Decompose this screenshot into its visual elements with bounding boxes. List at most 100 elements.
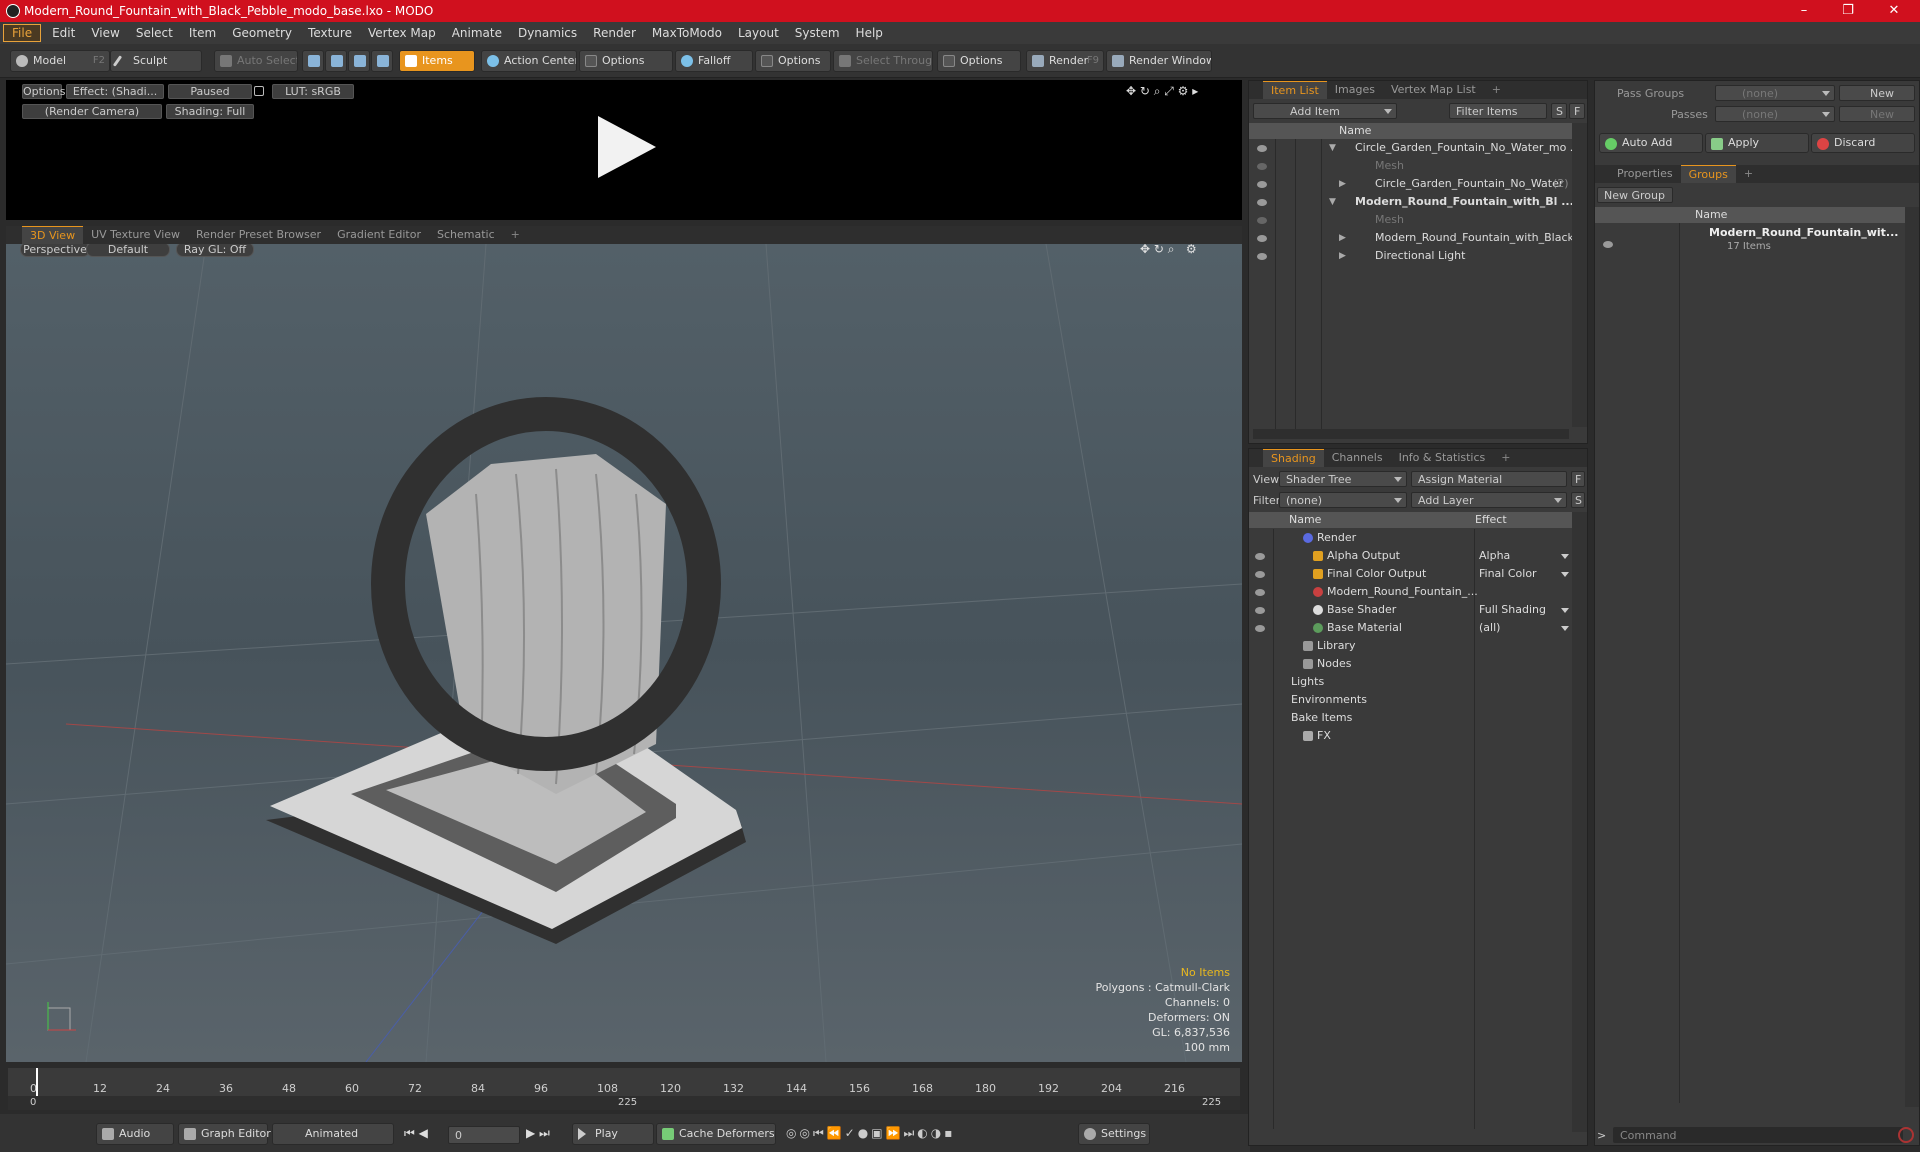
shader-tree-row[interactable]: Lights (1249, 673, 1572, 691)
eye-icon[interactable] (1257, 217, 1267, 224)
menu-dynamics[interactable]: Dynamics (510, 22, 585, 44)
tab-3d-view[interactable]: 3D View (22, 226, 84, 244)
close-button[interactable]: ✕ (1872, 0, 1916, 22)
menu-texture[interactable]: Texture (300, 22, 360, 44)
tab-groups[interactable]: Groups (1680, 165, 1736, 183)
add-layer-dropdown[interactable]: Add Layer (1411, 492, 1567, 508)
command-input[interactable]: Command (1613, 1127, 1903, 1143)
expand-right-icon[interactable]: ▶ (1339, 175, 1346, 193)
graph-editor-button[interactable]: Graph Editor (178, 1123, 271, 1145)
play-preview-icon[interactable] (590, 112, 660, 182)
add-tab-button[interactable]: + (1484, 81, 1509, 99)
record-macro-icon[interactable] (1898, 1127, 1914, 1143)
menu-item[interactable]: Item (181, 22, 224, 44)
eye-icon[interactable] (1255, 607, 1265, 614)
item-list-hscrollbar[interactable] (1253, 429, 1569, 439)
minimize-button[interactable]: – (1782, 0, 1826, 22)
shader-tree-row[interactable]: Bake Items (1249, 709, 1572, 727)
menu-maxtomodo[interactable]: MaxToModo (644, 22, 730, 44)
render-window-button[interactable]: Render Window (1106, 50, 1212, 72)
eye-icon[interactable] (1603, 241, 1613, 248)
passes-dropdown[interactable]: (none) (1715, 106, 1835, 122)
lock-icon[interactable] (254, 86, 264, 96)
eye-icon[interactable] (1257, 199, 1267, 206)
select-through-button[interactable]: Select Through (833, 50, 933, 72)
group-item-name[interactable]: Modern_Round_Fountain_wit... (1709, 226, 1898, 239)
transport-prev-icons[interactable]: ⏮ ◀ (404, 1126, 428, 1141)
shader-effect-value[interactable]: Alpha (1479, 547, 1510, 565)
animated-dropdown[interactable]: Animated (272, 1123, 394, 1145)
new-pass-group-button[interactable]: New (1839, 85, 1915, 101)
add-tab-button[interactable]: + (503, 226, 528, 244)
chevron-down-icon[interactable] (1561, 608, 1569, 613)
sculpt-mode-button[interactable]: Sculpt (110, 50, 202, 72)
play-button[interactable]: Play (572, 1123, 654, 1145)
eye-icon[interactable] (1255, 589, 1265, 596)
transport-next-icons[interactable]: ▶ ⏭ (526, 1126, 550, 1141)
shader-tree-row[interactable]: Environments (1249, 691, 1572, 709)
eye-icon[interactable] (1257, 235, 1267, 242)
menu-animate[interactable]: Animate (444, 22, 510, 44)
keyframe-tools-icons[interactable]: ◎◎⏮⏪✓●▣⏩⏭◐◑▪ (786, 1126, 955, 1141)
expand-right-icon[interactable]: ▶ (1339, 229, 1346, 247)
shading-scrollbar[interactable] (1572, 512, 1587, 1132)
shader-tree-row[interactable]: Base Material (all) (1249, 619, 1572, 637)
menu-view[interactable]: View (83, 22, 127, 44)
menu-render[interactable]: Render (585, 22, 644, 44)
shader-tree-dropdown[interactable]: Shader Tree (1279, 471, 1407, 487)
shader-effect-value[interactable]: (all) (1479, 619, 1500, 637)
menu-edit[interactable]: Edit (44, 22, 83, 44)
shader-tree-row[interactable]: Final Color Output Final Color (1249, 565, 1572, 583)
menu-vertex-map[interactable]: Vertex Map (360, 22, 444, 44)
preview-shading-dropdown[interactable]: Shading: Full (166, 104, 254, 119)
cache-deformers-button[interactable]: Cache Deformers (656, 1123, 776, 1145)
tab-shading[interactable]: Shading (1263, 449, 1324, 467)
preview-effect-dropdown[interactable]: Effect: (Shadi... (66, 84, 164, 99)
item-list-scrollbar[interactable] (1572, 123, 1587, 427)
eye-icon[interactable] (1255, 553, 1265, 560)
preview-lut-dropdown[interactable]: LUT: sRGB (272, 84, 354, 99)
expand-down-icon[interactable]: ▼ (1329, 139, 1336, 157)
menu-help[interactable]: Help (848, 22, 891, 44)
tab-schematic[interactable]: Schematic (429, 226, 503, 244)
shader-effect-value[interactable]: Final Color (1479, 565, 1537, 583)
shader-tree-row[interactable]: Base Shader Full Shading (1249, 601, 1572, 619)
shader-effect-value[interactable]: Full Shading (1479, 601, 1546, 619)
tab-uv-texture-view[interactable]: UV Texture View (83, 226, 188, 244)
shader-tree-row[interactable]: Nodes (1249, 655, 1572, 673)
menu-layout[interactable]: Layout (730, 22, 787, 44)
vertices-mode-button[interactable] (302, 50, 324, 72)
discard-button[interactable]: Discard (1811, 133, 1915, 153)
preview-nav-icons[interactable]: ✥ ↻ ⌕ ⤢ ⚙ ▸ (1126, 84, 1198, 99)
item-list-row[interactable]: Mesh (1249, 157, 1572, 175)
timeline[interactable]: 0 12 24 36 48 60 72 84 96 108 120 132 14… (8, 1068, 1240, 1110)
viewport-nav-icons[interactable]: ✥ ↻ ⌕ ⚙ (1140, 244, 1197, 257)
item-list-row[interactable]: Mesh (1249, 211, 1572, 229)
menu-system[interactable]: System (787, 22, 848, 44)
shading-s-button[interactable]: S (1571, 492, 1585, 508)
tab-render-preset-browser[interactable]: Render Preset Browser (188, 226, 329, 244)
tab-item-list[interactable]: Item List (1263, 81, 1327, 99)
shading-filter-dropdown[interactable]: (none) (1279, 492, 1407, 508)
audio-button[interactable]: Audio (96, 1123, 174, 1145)
eye-icon[interactable] (1257, 253, 1267, 260)
preview-camera-dropdown[interactable]: (Render Camera) (22, 104, 162, 119)
chevron-down-icon[interactable] (1561, 554, 1569, 559)
item-list-row[interactable]: ▼ Modern_Round_Fountain_with_Bl ... (1249, 193, 1574, 211)
shader-tree-row[interactable]: Render (1249, 529, 1572, 547)
menu-geometry[interactable]: Geometry (224, 22, 300, 44)
eye-icon[interactable] (1255, 571, 1265, 578)
item-list-row[interactable]: ▶ Directional Light (1249, 247, 1572, 265)
model-mode-button[interactable]: Model F2 (10, 50, 110, 72)
expand-right-icon[interactable]: ▶ (1339, 247, 1346, 265)
menu-file[interactable]: File (3, 24, 42, 42)
viewport-perspective-dropdown[interactable]: Perspective (20, 244, 90, 257)
shader-tree-row[interactable]: Modern_Round_Fountain_... (1249, 583, 1572, 601)
eye-icon[interactable] (1257, 145, 1267, 152)
action-center-options-button[interactable]: Options (579, 50, 673, 72)
preview-paused-button[interactable]: Paused (168, 84, 252, 99)
filter-f-button[interactable]: F (1569, 103, 1585, 119)
add-tab-button[interactable]: + (1493, 449, 1518, 467)
assign-material-button[interactable]: Assign Material (1411, 471, 1567, 487)
eye-icon[interactable] (1257, 181, 1267, 188)
